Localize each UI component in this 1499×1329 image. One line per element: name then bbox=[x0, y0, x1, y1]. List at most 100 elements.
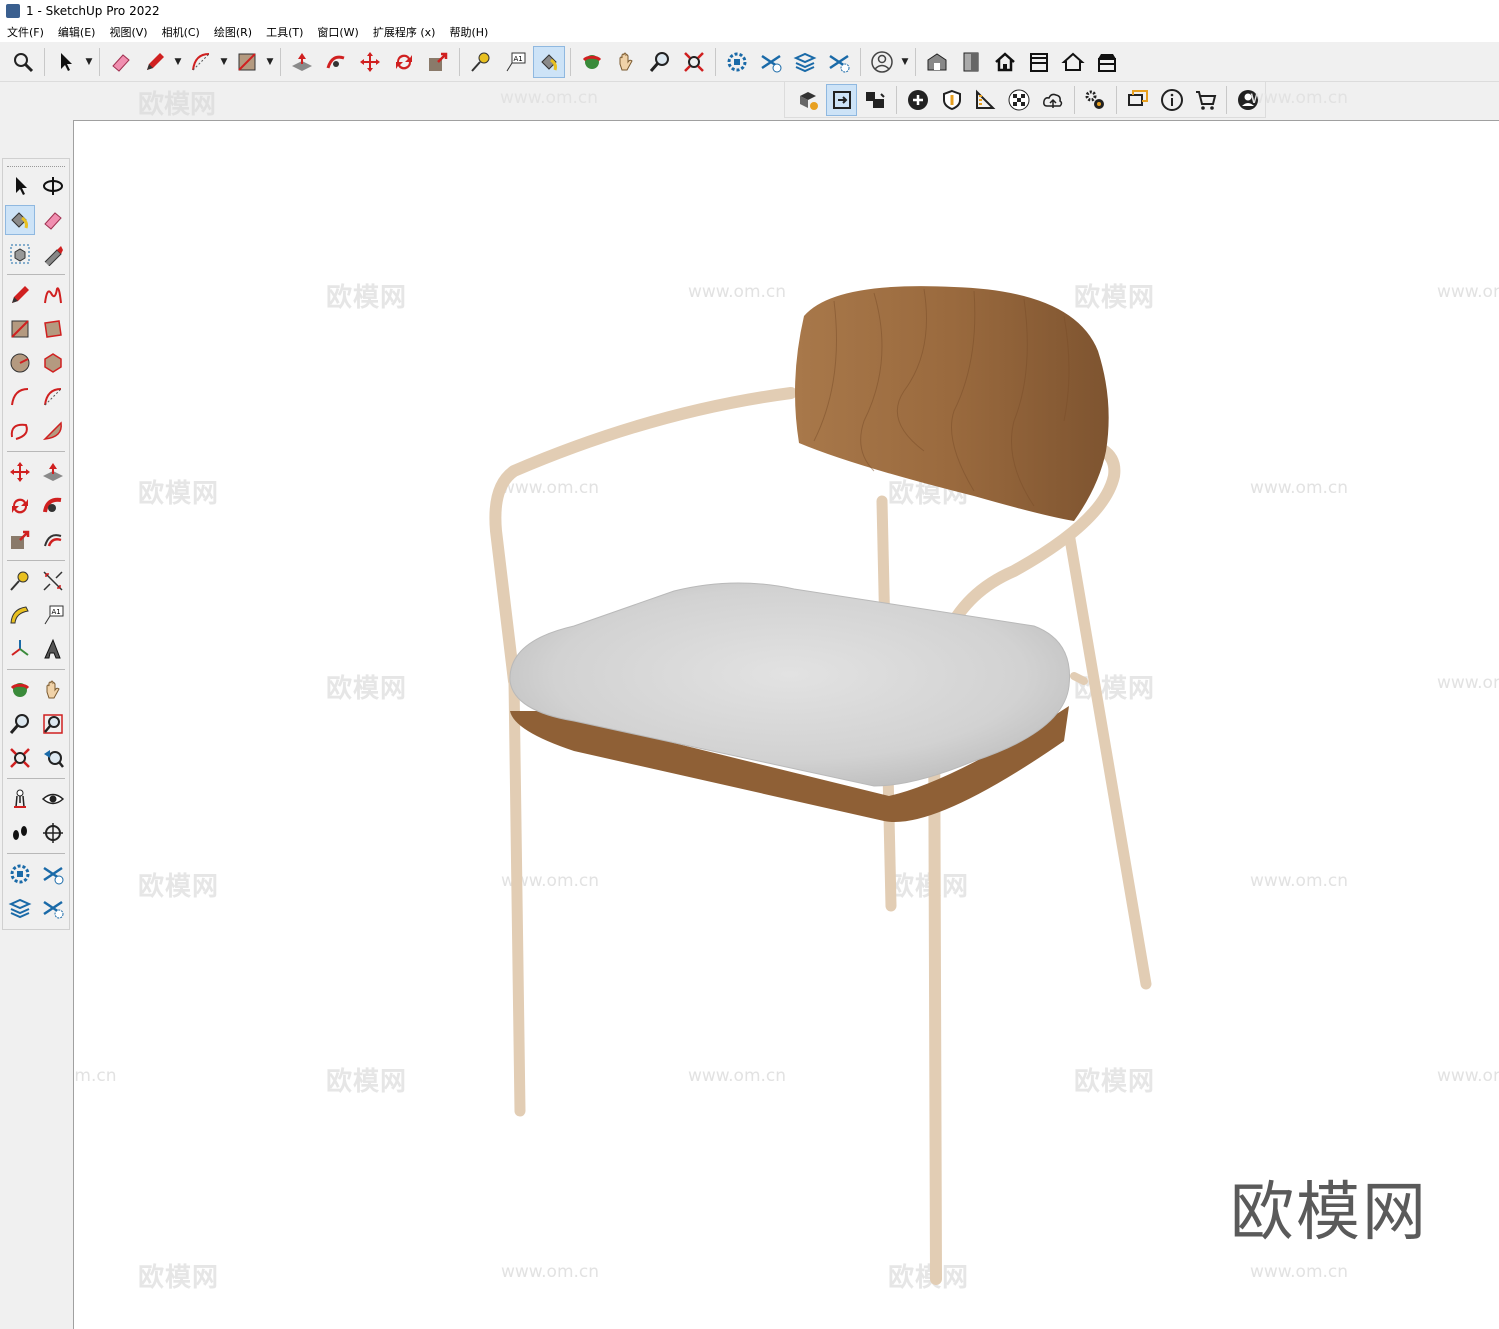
cloud-upload-button[interactable] bbox=[1037, 84, 1069, 116]
arc-button[interactable] bbox=[185, 46, 217, 78]
account-dropdown[interactable]: ▼ bbox=[899, 46, 911, 78]
shield-button[interactable] bbox=[936, 84, 968, 116]
scale-tool[interactable] bbox=[5, 525, 35, 555]
3d-viewport[interactable]: 欧模网 www.om.cn 欧模网 www.om.cn 欧模网 www.om.c… bbox=[73, 120, 1499, 1329]
rotate-button[interactable] bbox=[388, 46, 420, 78]
outliner-tool[interactable] bbox=[5, 859, 35, 889]
polygon-tool[interactable] bbox=[38, 348, 68, 378]
orbit-view-tool[interactable] bbox=[5, 675, 35, 705]
tape-measure-tool[interactable] bbox=[5, 566, 35, 596]
tags-button[interactable] bbox=[789, 46, 821, 78]
zoom-window-tool[interactable] bbox=[38, 709, 68, 739]
roof-button[interactable] bbox=[1091, 46, 1123, 78]
section-plane-tool[interactable] bbox=[38, 818, 68, 848]
menu-file[interactable]: 文件(F) bbox=[0, 24, 51, 40]
rectangle-button[interactable] bbox=[231, 46, 263, 78]
toolbar-grip[interactable] bbox=[7, 161, 65, 167]
offset-tool[interactable] bbox=[38, 525, 68, 555]
push-pull-tool[interactable] bbox=[38, 457, 68, 487]
paint-bucket-button[interactable] bbox=[533, 45, 565, 78]
pencil-button[interactable] bbox=[139, 46, 171, 78]
arc-tool[interactable] bbox=[5, 382, 35, 412]
two-point-arc-tool[interactable] bbox=[38, 382, 68, 412]
freehand-tool[interactable] bbox=[38, 280, 68, 310]
select-tool[interactable] bbox=[5, 171, 35, 201]
follow-me-tool[interactable] bbox=[38, 491, 68, 521]
select-dropdown[interactable]: ▼ bbox=[83, 46, 95, 78]
menu-help[interactable]: 帮助(H) bbox=[442, 24, 495, 40]
zoom-extents-tool-button[interactable] bbox=[678, 46, 710, 78]
layout-button[interactable] bbox=[825, 83, 858, 116]
zoom-button[interactable] bbox=[644, 46, 676, 78]
position-camera-tool[interactable] bbox=[5, 784, 35, 814]
zoom-extents-button[interactable] bbox=[7, 46, 39, 78]
account-button[interactable] bbox=[866, 46, 898, 78]
component-button[interactable] bbox=[721, 46, 753, 78]
select-button[interactable] bbox=[50, 46, 82, 78]
previous-view-tool[interactable] bbox=[38, 743, 68, 773]
rectangle-tool[interactable] bbox=[5, 314, 35, 344]
shape-dropdown[interactable]: ▼ bbox=[264, 46, 276, 78]
pie-tool[interactable] bbox=[38, 416, 68, 446]
eraser-button[interactable] bbox=[105, 46, 137, 78]
extension-settings-button[interactable] bbox=[1080, 84, 1112, 116]
move-button[interactable] bbox=[354, 46, 386, 78]
door-button[interactable] bbox=[955, 46, 987, 78]
pan-tool[interactable] bbox=[38, 675, 68, 705]
scale-button[interactable] bbox=[422, 46, 454, 78]
video-button[interactable] bbox=[859, 84, 891, 116]
rotate-tool[interactable] bbox=[5, 491, 35, 521]
menu-view[interactable]: 视图(V) bbox=[102, 24, 154, 40]
add-button[interactable] bbox=[902, 84, 934, 116]
info-button[interactable] bbox=[1156, 84, 1188, 116]
layer-settings-tool[interactable] bbox=[38, 893, 68, 923]
menu-edit[interactable]: 编辑(E) bbox=[51, 24, 103, 40]
store-button[interactable] bbox=[1190, 84, 1222, 116]
menu-camera[interactable]: 相机(C) bbox=[155, 24, 207, 40]
move-tool[interactable] bbox=[5, 457, 35, 487]
arc-dropdown[interactable]: ▼ bbox=[218, 46, 230, 78]
text-button[interactable]: A1 bbox=[499, 46, 531, 78]
layers-tool[interactable] bbox=[5, 893, 35, 923]
house-front-button[interactable] bbox=[1023, 46, 1055, 78]
component-tool[interactable] bbox=[5, 239, 35, 269]
follow-me-button[interactable] bbox=[320, 46, 352, 78]
forum-button[interactable] bbox=[1122, 84, 1154, 116]
ruler-button[interactable] bbox=[970, 84, 1002, 116]
protractor-tool[interactable] bbox=[5, 600, 35, 630]
menu-draw[interactable]: 绘图(R) bbox=[207, 24, 259, 40]
paint-bucket-tool[interactable] bbox=[4, 205, 35, 235]
push-pull-button[interactable] bbox=[286, 46, 318, 78]
look-around-tool[interactable] bbox=[38, 784, 68, 814]
components-play-button[interactable] bbox=[792, 84, 824, 116]
3d-text-tool[interactable] bbox=[38, 634, 68, 664]
orbit-button[interactable] bbox=[576, 46, 608, 78]
layer-manager-button[interactable] bbox=[755, 46, 787, 78]
menu-extensions[interactable]: 扩展程序 (x) bbox=[366, 24, 443, 40]
line-tool[interactable] bbox=[5, 280, 35, 310]
tape-tool[interactable] bbox=[38, 239, 68, 269]
menu-window[interactable]: 窗口(W) bbox=[310, 24, 365, 40]
menu-tools[interactable]: 工具(T) bbox=[259, 24, 310, 40]
axes-tool[interactable] bbox=[5, 634, 35, 664]
circle-tool[interactable] bbox=[5, 348, 35, 378]
eraser-tool[interactable] bbox=[38, 205, 68, 235]
zoom-tool[interactable] bbox=[5, 709, 35, 739]
rotated-rectangle-tool[interactable] bbox=[38, 314, 68, 344]
house-outline-button[interactable] bbox=[1057, 46, 1089, 78]
dimension-tool[interactable] bbox=[38, 566, 68, 596]
checker-button[interactable] bbox=[1003, 84, 1035, 116]
home-button[interactable] bbox=[989, 46, 1021, 78]
pencil-dropdown[interactable]: ▼ bbox=[172, 46, 184, 78]
warehouse-button[interactable] bbox=[921, 46, 953, 78]
pan-button[interactable] bbox=[610, 46, 642, 78]
tape-measure-button[interactable] bbox=[465, 46, 497, 78]
chair-model[interactable] bbox=[74, 121, 1499, 1329]
orbit-tool[interactable] bbox=[38, 171, 68, 201]
zoom-extents-tool[interactable] bbox=[5, 743, 35, 773]
text-tool[interactable]: A1 bbox=[38, 600, 68, 630]
walk-tool[interactable] bbox=[5, 818, 35, 848]
three-point-arc-tool[interactable] bbox=[5, 416, 35, 446]
tags-tool[interactable] bbox=[38, 859, 68, 889]
layer-settings-button[interactable] bbox=[823, 46, 855, 78]
